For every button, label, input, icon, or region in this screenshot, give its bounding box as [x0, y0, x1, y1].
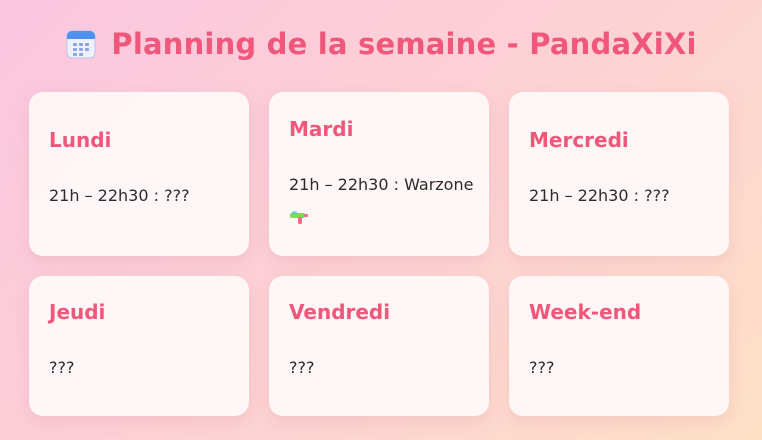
- page-title: Planning de la semaine - PandaXiXi: [111, 27, 697, 61]
- page-header: Planning de la semaine - PandaXiXi: [0, 22, 762, 66]
- day-schedule: ???: [289, 358, 315, 377]
- day-schedule: 21h – 22h30 : Warzone: [289, 171, 475, 225]
- day-schedule-text: 21h – 22h30 : Warzone: [289, 175, 474, 194]
- day-title: Week-end: [529, 300, 642, 324]
- day-card-mercredi: Mercredi 21h – 22h30 : ???: [509, 92, 729, 256]
- day-schedule: 21h – 22h30 : ???: [49, 186, 190, 205]
- day-title: Mercredi: [529, 128, 629, 152]
- day-card-mardi: Mardi 21h – 22h30 : Warzone: [269, 92, 489, 256]
- day-card-week-end: Week-end ???: [509, 276, 729, 416]
- day-title: Vendredi: [289, 300, 391, 324]
- day-title: Lundi: [49, 128, 112, 152]
- day-schedule: ???: [529, 358, 555, 377]
- day-card-vendredi: Vendredi ???: [269, 276, 489, 416]
- day-schedule: 21h – 22h30 : ???: [529, 186, 670, 205]
- water-pistol-icon: [289, 206, 309, 224]
- day-card-jeudi: Jeudi ???: [29, 276, 249, 416]
- day-title: Jeudi: [49, 300, 106, 324]
- day-schedule: ???: [49, 358, 75, 377]
- day-card-lundi: Lundi 21h – 22h30 : ???: [29, 92, 249, 256]
- calendar-icon: [65, 28, 97, 60]
- day-title: Mardi: [289, 117, 354, 141]
